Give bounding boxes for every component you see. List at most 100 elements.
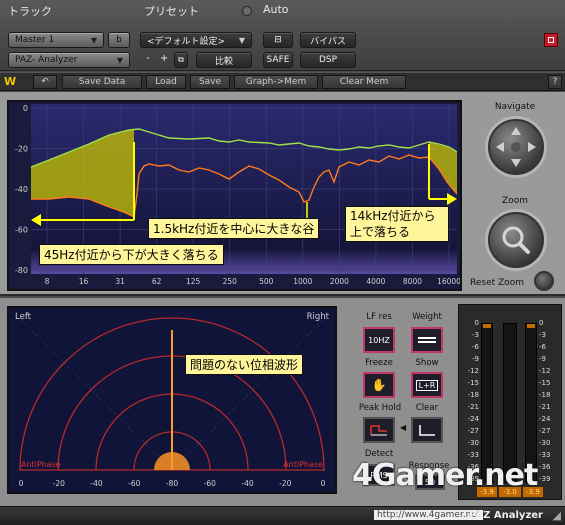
y-tick-label: -40 <box>15 185 28 194</box>
x-tick-label: 1000 <box>293 277 312 286</box>
arrow-left-small-icon: ◀ <box>400 423 407 432</box>
save-label: Save <box>198 77 222 87</box>
frequency-analyzer[interactable]: 0 -20 -40 -60 -80 8 16 31 62 125 250 500 1000 2000 40… <box>7 100 462 291</box>
resize-grip-icon[interactable]: ◢ <box>553 509 561 522</box>
dsp-button[interactable]: DSP <box>300 52 356 68</box>
track-letter: b <box>116 35 122 45</box>
meter-scale-label: -3 <box>539 331 546 339</box>
meter-scale-label: -33 <box>539 451 551 459</box>
low-annotation: 45Hz付近から下が大きく落ちる <box>39 244 224 265</box>
x-tick-label: 31 <box>115 277 125 286</box>
preset-label: プリセット <box>144 5 199 18</box>
save-button[interactable]: Save <box>190 75 230 89</box>
meter-scale-label: -21 <box>467 403 479 411</box>
x-tick-label: 125 <box>186 277 201 286</box>
reset-zoom-button[interactable] <box>534 271 554 291</box>
freeze-button[interactable]: ✋ <box>363 372 395 398</box>
navigate-title: Navigate <box>494 102 536 112</box>
navigate-knob[interactable] <box>488 119 544 175</box>
meter-scale-label: -3 <box>472 331 479 339</box>
target-icon[interactable] <box>544 33 558 47</box>
meter-scale-label: -39 <box>539 475 551 483</box>
zoom-knob[interactable] <box>488 212 544 268</box>
preset-next-button[interactable]: + <box>160 53 168 64</box>
meter-scale-label: -15 <box>539 379 551 387</box>
chevron-down-icon: ▼ <box>116 55 123 65</box>
meter-scale-label: -6 <box>539 343 546 351</box>
peak-hold-button[interactable] <box>363 417 395 443</box>
antiphase-left-label: AntiPhase <box>21 460 61 469</box>
x-tick-label: 16 <box>79 277 89 286</box>
undo-button[interactable]: ↶ <box>33 75 57 89</box>
phase-tick-label: -40 <box>90 479 102 488</box>
magnifier-icon <box>502 226 530 254</box>
track-letter-select[interactable]: b <box>108 32 130 48</box>
track-label: トラック <box>8 5 52 18</box>
compare-label: 比較 <box>214 56 233 67</box>
meter-scale-label: -24 <box>467 415 479 423</box>
chevron-down-icon: ▼ <box>238 35 245 45</box>
clear-mem-button[interactable]: Clear Mem <box>322 75 406 89</box>
preset-select[interactable]: <デフォルト設定> ▼ <box>140 32 252 48</box>
phase-left-label: Left <box>15 312 31 322</box>
watermark-url: http://www.4gamer.net <box>374 510 484 520</box>
plugin-footer-title: PAZ Analyzer <box>469 510 543 521</box>
meter-scale-label: -18 <box>539 391 551 399</box>
phase-right-label: Right <box>306 312 329 322</box>
high-annotation: 14kHz付近から 上で落ちる <box>345 206 449 242</box>
weight-label: Weight <box>412 312 442 322</box>
phase-meter: 0 -20 -40 -60 -80 -60 -40 -20 0 Left Right AntiP… <box>7 306 337 494</box>
meter-scale-label: -9 <box>472 355 479 363</box>
phase-tick-label: -40 <box>241 479 253 488</box>
preset-menu-icon[interactable] <box>242 6 252 16</box>
meter-scale-label: -12 <box>467 367 479 375</box>
safe-button[interactable]: SAFE <box>263 52 293 68</box>
meter-scale-label: -21 <box>539 403 551 411</box>
lf-res-button[interactable]: 10HZ <box>363 327 395 353</box>
preset-prev-button[interactable]: - <box>146 53 150 64</box>
waves-logo-icon: W <box>4 75 17 88</box>
watermark-logo: 4Gamer.net <box>352 458 538 493</box>
load-button[interactable]: Load <box>146 75 186 89</box>
help-button[interactable]: ? <box>548 75 562 89</box>
save-data-button[interactable]: Save Data <box>62 75 142 89</box>
phase-annotation: 問題のない位相波形 <box>185 354 304 375</box>
clear-button[interactable] <box>411 417 443 443</box>
meter-scale-label: -6 <box>472 343 479 351</box>
plugin-toolbar: W ↶ Save Data Load Save Graph->Mem Clear… <box>0 72 565 91</box>
weight-button[interactable] <box>411 327 443 353</box>
meter-scale-label: -24 <box>539 415 551 423</box>
meter-scale-label: -27 <box>467 427 479 435</box>
track-select[interactable]: Master 1 ▼ <box>8 32 104 48</box>
clear-label: Clear <box>415 403 439 413</box>
y-tick-label: -20 <box>15 145 28 154</box>
y-tick-label: 0 <box>23 104 28 113</box>
plugin-select[interactable]: PAZ- Analyzer ▼ <box>8 52 130 68</box>
y-tick-label: -80 <box>15 266 28 275</box>
host-header: トラック プリセット Auto Master 1 ▼ b PAZ- Analyze… <box>0 0 565 71</box>
peak-hold-icon <box>370 425 387 436</box>
footer-bar: http://www.4gamer.net PAZ Analyzer ◢ <box>0 506 565 525</box>
dsp-label: DSP <box>318 55 338 65</box>
freeze-label: Freeze <box>365 358 393 368</box>
x-tick-label: 8000 <box>403 277 422 286</box>
high-annotation-line2: 上で落ちる <box>350 225 411 239</box>
bypass-button[interactable]: バイパス <box>300 32 356 48</box>
bypass-label: バイパス <box>310 36 346 47</box>
preset-save-icon[interactable]: ⧉ <box>174 52 188 68</box>
meter-scale-label: 0 <box>474 319 479 327</box>
x-tick-label: 2000 <box>330 277 349 286</box>
dip-annotation: 1.5kHz付近を中心に大きな谷 <box>148 218 320 239</box>
zoom-title: Zoom <box>502 196 528 206</box>
show-button[interactable]: L+R <box>411 372 443 398</box>
phase-tick-label: -20 <box>53 479 65 488</box>
hand-icon: ✋ <box>371 378 387 392</box>
y-tick-label: -60 <box>15 226 28 235</box>
track-name: Master 1 <box>15 35 55 45</box>
compare-button[interactable]: 比較 <box>196 52 252 68</box>
graph-mem-button[interactable]: Graph->Mem <box>234 75 318 89</box>
show-label: Show <box>415 358 439 368</box>
meter-scale-label: -12 <box>539 367 551 375</box>
automation-window-icon[interactable]: ⊟ <box>263 32 293 48</box>
meter-scale-label: -30 <box>539 439 551 447</box>
